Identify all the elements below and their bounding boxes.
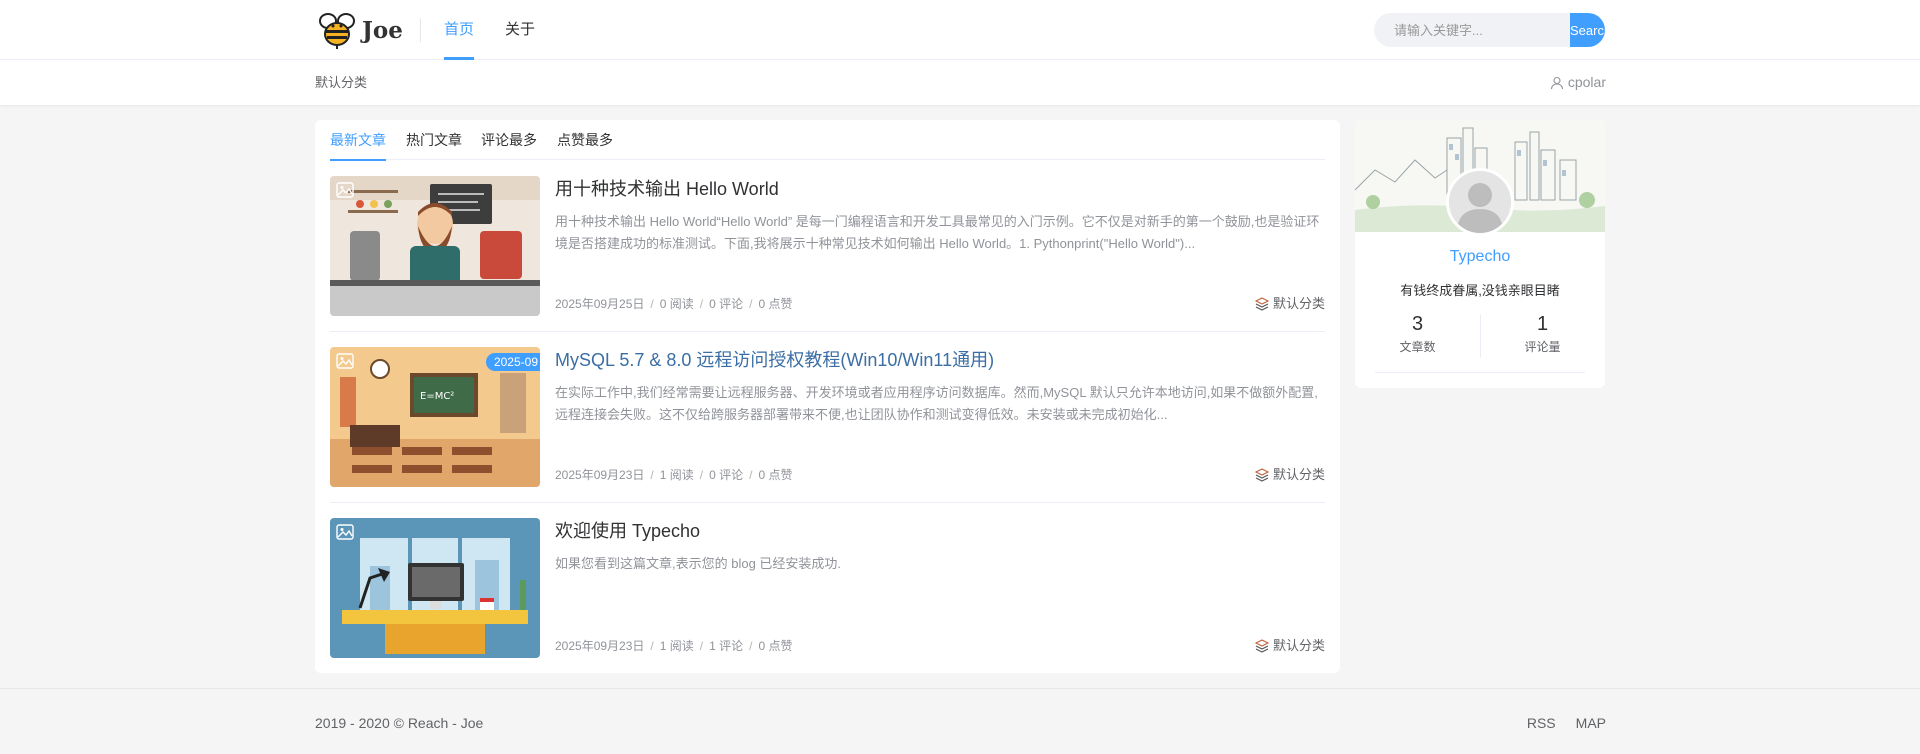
- search-input[interactable]: [1374, 13, 1570, 47]
- article-comments: 0 评论: [709, 297, 744, 311]
- user-name: cpolar: [1567, 74, 1606, 90]
- article-comments: 0 评论: [709, 468, 744, 482]
- article-abstract: 用十种技术输出 Hello World“Hello World” 是每一门编程语…: [555, 214, 1320, 251]
- article-item[interactable]: 用十种技术输出 Hello World 用十种技术输出 Hello World“…: [330, 161, 1325, 332]
- article-likes: 0 点赞: [758, 297, 793, 311]
- stat-comments: 1 评论量: [1480, 310, 1605, 356]
- user-link[interactable]: cpolar: [1550, 60, 1606, 105]
- article-reads: 1 阅读: [659, 468, 694, 482]
- date-badge: 2025-09: [485, 353, 540, 371]
- article-meta: 2025年09月25日/0 阅读/0 评论/0 点赞: [555, 297, 793, 311]
- layers-icon: [1254, 639, 1269, 653]
- stat-articles: 3 文章数: [1355, 310, 1480, 356]
- article-meta: 2025年09月23日/1 阅读/1 评论/0 点赞: [555, 639, 793, 653]
- article-meta: 2025年09月23日/1 阅读/0 评论/0 点赞: [555, 468, 793, 482]
- article-category-label: 默认分类: [1272, 467, 1325, 482]
- article-date: 2025年09月25日: [555, 297, 645, 311]
- card-divider: [1375, 372, 1585, 373]
- article-reads: 1 阅读: [659, 639, 694, 653]
- article-thumbnail[interactable]: E=MC² 2025-09: [330, 347, 540, 487]
- sub-navbar: 默认分类 cpolar: [0, 60, 1920, 105]
- stat-articles-value: 3: [1411, 313, 1424, 335]
- copyright: 2019 - 2020 © Reach - Joe: [315, 715, 484, 731]
- image-icon: [336, 353, 354, 369]
- search-button[interactable]: Search: [1570, 13, 1605, 47]
- site-header: Joe 首页 关于 Search 默认分类 cpolar: [0, 0, 1920, 105]
- nav-about[interactable]: 关于: [505, 0, 535, 60]
- top-navbar: Joe 首页 关于 Search: [0, 0, 1920, 60]
- article-thumbnail[interactable]: [330, 518, 540, 658]
- author-card: Typecho 有钱终成眷属,没钱亲眼目睹 3 文章数 1 评论量: [1355, 120, 1605, 388]
- article-date: 2025年09月23日: [555, 639, 645, 653]
- article-comments: 1 评论: [709, 639, 744, 653]
- image-icon: [336, 524, 354, 540]
- tab-hot[interactable]: 热门文章: [406, 120, 462, 160]
- article-category-label: 默认分类: [1272, 638, 1325, 653]
- stat-comments-value: 1: [1536, 313, 1549, 335]
- author-motto: 有钱终成眷属,没钱亲眼目睹: [1400, 283, 1560, 298]
- article-title[interactable]: MySQL 5.7 & 8.0 远程访问授权教程(Win10/Win11通用): [555, 347, 1325, 373]
- default-avatar-icon: [1449, 171, 1511, 233]
- tab-most-comments[interactable]: 评论最多: [481, 120, 537, 160]
- desk-illustration: [330, 518, 540, 658]
- search-box: Search: [1374, 13, 1605, 47]
- layers-icon: [1254, 297, 1269, 311]
- author-name[interactable]: Typecho: [1355, 248, 1605, 266]
- user-icon: [1550, 76, 1563, 89]
- site-logo[interactable]: Joe: [316, 8, 403, 52]
- image-icon: [336, 182, 354, 198]
- logo-text: Joe: [362, 16, 403, 44]
- stat-articles-label: 文章数: [1399, 340, 1436, 354]
- article-date: 2025年09月23日: [555, 468, 645, 482]
- nav-home[interactable]: 首页: [444, 0, 475, 60]
- bee-logo-icon: [319, 13, 355, 49]
- tab-most-likes[interactable]: 点赞最多: [557, 120, 613, 160]
- article-reads: 0 阅读: [659, 297, 694, 311]
- article-list-panel: 最新文章 热门文章 评论最多 点赞最多 用十种技术输出 Hello World …: [315, 120, 1340, 673]
- article-item[interactable]: E=MC² 2025-09 MySQL 5.7 & 8.0 远程访问授权教程(W…: [330, 332, 1325, 503]
- svg-text:E=MC²: E=MC²: [420, 391, 454, 402]
- map-link[interactable]: MAP: [1576, 689, 1606, 754]
- article-title[interactable]: 用十种技术输出 Hello World: [555, 176, 1325, 202]
- article-thumbnail[interactable]: [330, 176, 540, 316]
- article-item[interactable]: 欢迎使用 Typecho 如果您看到这篇文章,表示您的 blog 已经安装成功.…: [330, 503, 1325, 674]
- article-category[interactable]: 默认分类: [1254, 294, 1325, 314]
- article-category-label: 默认分类: [1272, 296, 1325, 311]
- article-tabs: 最新文章 热门文章 评论最多 点赞最多: [330, 120, 1325, 161]
- stat-comments-label: 评论量: [1524, 340, 1561, 354]
- footer-links: RSS MAP: [1527, 689, 1606, 754]
- tab-latest[interactable]: 最新文章: [330, 120, 386, 161]
- site-footer: 2019 - 2020 © Reach - Joe RSS MAP: [0, 688, 1920, 754]
- article-abstract: 如果您看到这篇文章,表示您的 blog 已经安装成功.: [555, 556, 842, 571]
- barista-illustration: [330, 176, 540, 316]
- nav-divider: [420, 18, 421, 42]
- author-avatar[interactable]: [1446, 168, 1514, 236]
- layers-icon: [1254, 468, 1269, 482]
- rss-link[interactable]: RSS: [1527, 689, 1556, 754]
- article-category[interactable]: 默认分类: [1254, 465, 1325, 485]
- article-likes: 0 点赞: [758, 639, 793, 653]
- article-likes: 0 点赞: [758, 468, 793, 482]
- article-abstract: 在实际工作中,我们经常需要让远程服务器、开发环境或者应用程序访问数据库。然而,M…: [555, 385, 1318, 422]
- breadcrumb-category[interactable]: 默认分类: [315, 60, 367, 105]
- article-category[interactable]: 默认分类: [1254, 636, 1325, 656]
- article-title[interactable]: 欢迎使用 Typecho: [555, 518, 1325, 544]
